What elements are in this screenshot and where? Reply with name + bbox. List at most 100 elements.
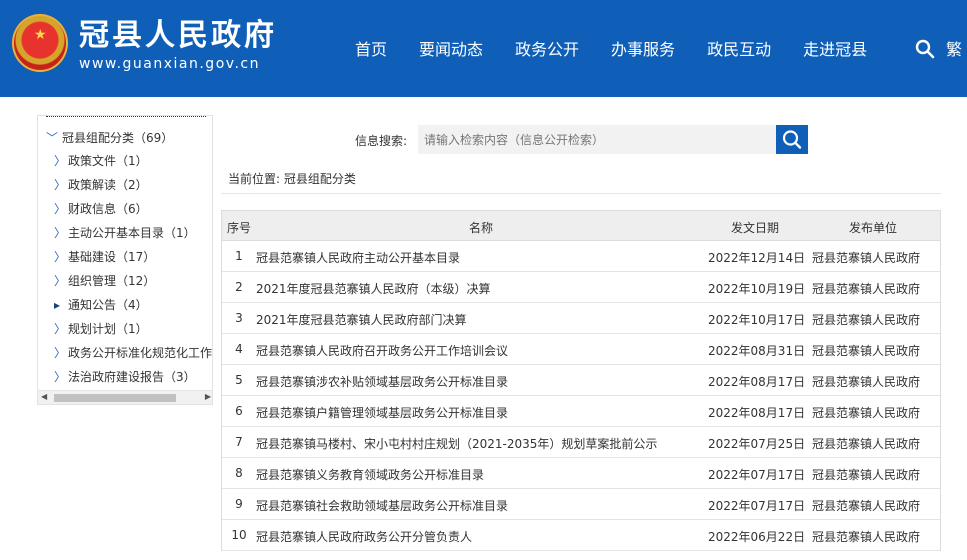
row-date: 2022年08月17日 <box>708 406 806 420</box>
document-table: 序号 名称 发文日期 发布单位 1 冠县范寨镇人民政府主动公开基本目录 2022年1… <box>221 210 941 551</box>
row-number: 2 <box>235 280 243 294</box>
nav-services[interactable]: 办事服务 <box>611 36 675 64</box>
row-title-link[interactable]: 冠县范寨镇人民政府政务公开分管负责人 <box>256 528 472 545</box>
tree-item[interactable]: 〉基础建设（17） <box>54 249 155 265</box>
divider <box>46 116 206 117</box>
search-button[interactable] <box>776 125 808 154</box>
tree-item-label: 规划计划（1） <box>68 322 148 336</box>
row-title-link[interactable]: 冠县范寨镇涉农补贴领域基层政务公开标准目录 <box>256 373 508 390</box>
row-title-link[interactable]: 2021年度冠县范寨镇人民政府（本级）决算 <box>256 280 491 297</box>
table-header: 序号 名称 发文日期 发布单位 <box>222 210 940 241</box>
row-number: 9 <box>235 497 243 511</box>
row-date: 2022年12月14日 <box>708 251 806 265</box>
chevron-right-icon: 〉 <box>54 274 67 288</box>
header-date: 发文日期 <box>731 221 780 235</box>
row-dept: 冠县范寨镇人民政府 <box>812 282 921 296</box>
nav-news[interactable]: 要闻动态 <box>419 36 483 64</box>
category-tree: ﹀ 冠县组配分类（69） 〉政策文件（1） 〉政策解读（2） 〉财政信息（6） 〉… <box>37 115 213 405</box>
table-row: 4 冠县范寨镇人民政府召开政务公开工作培训会议 2022年08月31日 冠县范寨镇人民… <box>222 334 940 365</box>
row-date: 2022年07月17日 <box>708 499 806 513</box>
nav-gov-affairs[interactable]: 政务公开 <box>515 36 579 64</box>
chevron-right-icon: 〉 <box>54 370 67 384</box>
tree-item[interactable]: 〉政策文件（1） <box>54 153 148 169</box>
row-number: 3 <box>235 311 243 325</box>
tree-item[interactable]: 〉政务公开标准化规范化工作 <box>54 345 212 361</box>
row-dept: 冠县范寨镇人民政府 <box>812 251 921 265</box>
row-number: 7 <box>235 435 243 449</box>
chevron-right-icon: 〉 <box>54 202 67 216</box>
row-title-link[interactable]: 冠县范寨镇马楼村、宋小屯村村庄规划（2021-2035年）规划草案批前公示 <box>256 435 657 452</box>
nav-about[interactable]: 走进冠县 <box>803 36 867 64</box>
tree-root[interactable]: ﹀ 冠县组配分类（69） <box>46 129 173 146</box>
table-row: 6 冠县范寨镇户籍管理领域基层政务公开标准目录 2022年08月17日 冠县范寨镇人民… <box>222 396 940 427</box>
site-title[interactable]: 冠县人民政府 <box>79 16 277 56</box>
tree-item[interactable]: 〉财政信息（6） <box>54 201 148 217</box>
tree-item[interactable]: 〉政策解读（2） <box>54 177 148 193</box>
tree-item-label: 政策解读（2） <box>68 178 148 192</box>
table-row: 2 2021年度冠县范寨镇人民政府（本级）决算 2022年10月19日 冠县范寨镇人民… <box>222 272 940 303</box>
row-date: 2022年08月31日 <box>708 344 806 358</box>
row-dept: 冠县范寨镇人民政府 <box>812 530 921 544</box>
header-name: 名称 <box>469 221 494 235</box>
header-dept: 发布单位 <box>849 221 898 235</box>
scrollbar-thumb[interactable] <box>54 394 176 402</box>
search-input[interactable] <box>418 125 776 154</box>
table-row: 5 冠县范寨镇涉农补贴领域基层政务公开标准目录 2022年08月17日 冠县范寨镇人民… <box>222 365 940 396</box>
row-title-link[interactable]: 冠县范寨镇人民政府主动公开基本目录 <box>256 249 460 266</box>
row-date: 2022年07月17日 <box>708 468 806 482</box>
table-row: 3 2021年度冠县范寨镇人民政府部门决算 2022年10月17日 冠县范寨镇人民政府 <box>222 303 940 334</box>
horizontal-scrollbar[interactable]: ◀ ▶ <box>38 390 212 404</box>
row-date: 2022年10月19日 <box>708 282 806 296</box>
row-number: 6 <box>235 404 243 418</box>
row-dept: 冠县范寨镇人民政府 <box>812 313 921 327</box>
row-number: 10 <box>231 528 247 542</box>
scroll-right-icon[interactable]: ▶ <box>205 392 211 401</box>
row-dept: 冠县范寨镇人民政府 <box>812 468 921 482</box>
row-title-link[interactable]: 冠县范寨镇户籍管理领域基层政务公开标准目录 <box>256 404 508 421</box>
table-row: 7 冠县范寨镇马楼村、宋小屯村村庄规划（2021-2035年）规划草案批前公示 20… <box>222 427 940 458</box>
row-date: 2022年10月17日 <box>708 313 806 327</box>
chevron-right-icon: 〉 <box>54 322 67 336</box>
tree-item[interactable]: 〉法治政府建设报告（3） <box>54 369 196 385</box>
row-number: 8 <box>235 466 243 480</box>
chevron-right-icon: 〉 <box>54 154 67 168</box>
tree-item-label: 政务公开标准化规范化工作 <box>68 346 213 360</box>
site-url: www.guanxian.gov.cn <box>79 56 260 72</box>
table-row: 1 冠县范寨镇人民政府主动公开基本目录 2022年12月14日 冠县范寨镇人民政府 <box>222 241 940 272</box>
tree-item-label: 财政信息（6） <box>68 202 148 216</box>
breadcrumb: 当前位置: 冠县组配分类 <box>228 172 356 186</box>
national-emblem-icon: ★ <box>12 14 68 72</box>
tree-item-label: 主动公开基本目录（1） <box>68 226 196 240</box>
tree-root-label: 冠县组配分类（69） <box>62 131 174 145</box>
row-title-link[interactable]: 2021年度冠县范寨镇人民政府部门决算 <box>256 311 467 328</box>
chevron-down-icon: ﹀ <box>46 131 59 145</box>
tree-item-selected[interactable]: ▸ 通知公告（4） <box>54 297 148 313</box>
tree-item-label: 通知公告（4） <box>68 298 148 312</box>
chevron-right-icon: 〉 <box>54 178 67 192</box>
row-dept: 冠县范寨镇人民政府 <box>812 499 921 513</box>
row-dept: 冠县范寨镇人民政府 <box>812 406 921 420</box>
tree-item[interactable]: 〉组织管理（12） <box>54 273 155 289</box>
tree-item-label: 组织管理（12） <box>68 274 156 288</box>
row-title-link[interactable]: 冠县范寨镇社会救助领域基层政务公开标准目录 <box>256 497 508 514</box>
table-row: 8 冠县范寨镇义务教育领域政务公开标准目录 2022年07月17日 冠县范寨镇人民政府 <box>222 458 940 489</box>
tree-item[interactable]: 〉主动公开基本目录（1） <box>54 225 196 241</box>
tree-item[interactable]: 〉规划计划（1） <box>54 321 148 337</box>
row-dept: 冠县范寨镇人民政府 <box>812 437 921 451</box>
row-date: 2022年06月22日 <box>708 530 806 544</box>
row-title-link[interactable]: 冠县范寨镇人民政府召开政务公开工作培训会议 <box>256 342 508 359</box>
table-row: 9 冠县范寨镇社会救助领域基层政务公开标准目录 2022年07月17日 冠县范寨镇人民… <box>222 489 940 520</box>
chevron-right-icon: 〉 <box>54 250 67 264</box>
main-nav: 首页 要闻动态 政务公开 办事服务 政民互动 走进冠县 <box>355 36 899 64</box>
search-icon[interactable] <box>915 39 935 59</box>
row-title-link[interactable]: 冠县范寨镇义务教育领域政务公开标准目录 <box>256 466 484 483</box>
nav-interaction[interactable]: 政民互动 <box>707 36 771 64</box>
scroll-left-icon[interactable]: ◀ <box>41 392 47 401</box>
row-dept: 冠县范寨镇人民政府 <box>812 344 921 358</box>
triangle-right-icon: ▸ <box>54 298 61 312</box>
row-dept: 冠县范寨镇人民政府 <box>812 375 921 389</box>
chevron-right-icon: 〉 <box>54 226 67 240</box>
traditional-chinese-link[interactable]: 繁 <box>946 36 962 64</box>
nav-home[interactable]: 首页 <box>355 36 387 64</box>
search-label: 信息搜索: <box>355 134 408 148</box>
